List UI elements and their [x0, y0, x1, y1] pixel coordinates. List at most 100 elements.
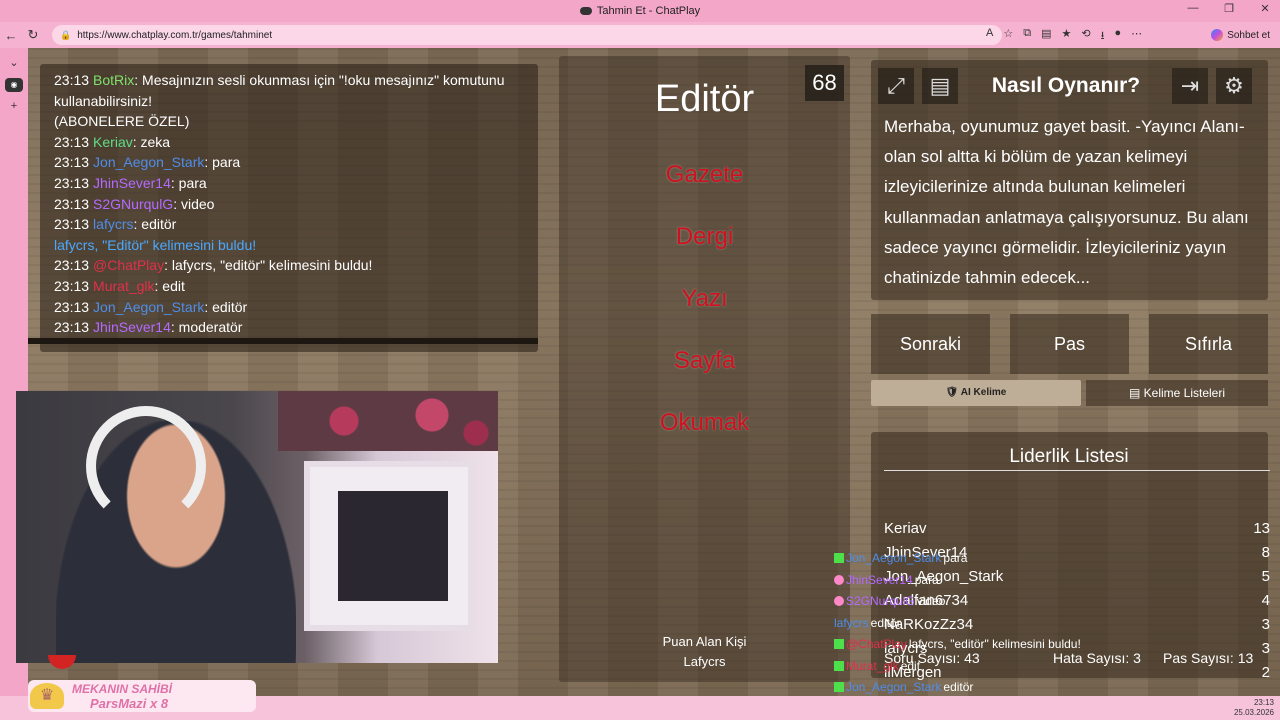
next-button[interactable]: Sonraki	[871, 314, 990, 374]
close-icon[interactable]: ✕	[1258, 2, 1272, 15]
overlay-chat-user: JhinSever14	[846, 572, 913, 587]
how-to-play-title: Nasıl Oynanır?	[991, 74, 1141, 97]
lock-icon: 🔒	[60, 29, 72, 40]
leaderboard-row: Keriav 13	[884, 520, 1270, 544]
ai-word-tab[interactable]: 🛡 AI Kelime	[871, 380, 1081, 406]
chat-username[interactable]: JhinSever14	[93, 319, 171, 335]
tab-title[interactable]: Tahmin Et - ChatPlay	[597, 5, 700, 17]
overlay-chat-line: @ChatPlay lafycrs, "editör" kelimesini bu…	[834, 634, 1081, 654]
chat-username[interactable]: @ChatPlay	[93, 257, 164, 273]
chat-message: 23:13 Jon_Aegon_Stark: para	[54, 152, 524, 173]
owner-label: MEKANIN SAHİBİ	[72, 682, 173, 696]
chat-text: : zeka	[132, 133, 171, 150]
leaderboard-divider	[884, 470, 1270, 471]
chat-text: : moderatör	[170, 319, 243, 336]
word-lists-tab[interactable]: ▤ Kelime Listeleri	[1086, 380, 1268, 406]
collapse-icon[interactable]: ⌄	[5, 56, 23, 70]
more-icon[interactable]: ⋯	[1131, 27, 1142, 46]
minimize-icon[interactable]: —	[1186, 2, 1200, 15]
notes-icon[interactable]: ▤	[922, 68, 958, 104]
overlay-chat-text: lafycrs, "editör" kelimesini buldu!	[908, 637, 1081, 651]
chat-username[interactable]: Keriav	[93, 134, 133, 150]
overlay-chat-user: @ChatPlay	[846, 637, 907, 651]
chat-panel-divider	[28, 338, 538, 344]
favorites-bar-icon[interactable]: ★	[1061, 27, 1071, 46]
chat-panel: 23:13 BotRix: Mesajınızın sesli okunması …	[40, 64, 538, 352]
leaderboard-row: Jon_Aegon_Stark 5	[884, 568, 1270, 592]
leaderboard-score: 4	[1261, 592, 1270, 609]
active-tab-icon[interactable]: ◉	[5, 78, 23, 92]
history-icon[interactable]: ⟲	[1081, 27, 1090, 46]
overlay-chat-text: edit	[900, 658, 921, 673]
tray-time: 23:13	[1253, 698, 1274, 707]
overlay-chat-line: S2GNurqulG video	[834, 591, 945, 611]
pass-button[interactable]: Pas	[1010, 314, 1129, 374]
pc-case-interior	[338, 491, 448, 601]
reset-button[interactable]: Sıfırla	[1149, 314, 1268, 374]
maximize-icon[interactable]: ❐	[1222, 2, 1236, 15]
fullscreen-icon[interactable]: ⤢	[878, 68, 914, 104]
overlay-chat-line: lafycrs editör	[834, 613, 901, 633]
chat-time: 23:13	[54, 257, 90, 274]
back-icon[interactable]: ←	[0, 28, 22, 43]
owner-name: ParsMazi x 8	[90, 696, 169, 711]
chat-time: 23:13	[54, 298, 90, 315]
chat-message: (ABONELERE ÖZEL)	[54, 111, 524, 132]
scorer-name: Lafycrs	[683, 654, 726, 669]
taboo-word-list: Gazete Dergi Yazı Sayfa Okumak	[559, 156, 850, 466]
leaderboard-title: Liderlik Listesi	[1009, 446, 1129, 467]
pass-count: Pas Sayısı: 13	[1163, 650, 1254, 666]
leaderboard-score: 8	[1261, 544, 1270, 561]
copilot-chat-button[interactable]: Sohbet et	[1211, 26, 1270, 44]
chat-username[interactable]: Jon_Aegon_Stark	[93, 154, 204, 170]
chat-message: 23:13 lafycrs: editör	[54, 214, 524, 235]
extensions-icon[interactable]: ⧉	[1023, 27, 1031, 46]
overlay-chat-user: Jon_Aegon_Stark	[846, 680, 942, 694]
leaderboard-score: 3	[1261, 616, 1270, 633]
chat-text: : edit	[154, 277, 185, 294]
address-bar: ← ↻ 🔒 https://www.chatplay.com.tr/games/…	[0, 22, 1280, 48]
chat-username[interactable]: S2GNurqulG	[93, 196, 173, 212]
download-icon[interactable]: ⭳	[1101, 27, 1105, 46]
chat-username[interactable]: Murat_glk	[93, 278, 154, 294]
chat-username[interactable]: JhinSever14	[93, 175, 171, 191]
chat-message: 23:13 S2GNurqulG: video	[54, 194, 524, 215]
settings-gear-icon[interactable]: ⚙	[1216, 68, 1252, 104]
window-controls: — ❐ ✕	[1186, 2, 1272, 15]
chat-message: 23:13 @ChatPlay: lafycrs, "editör" kelime…	[54, 255, 524, 276]
chat-text: : lafycrs, "editör" kelimesini buldu!	[164, 257, 373, 274]
headphones	[86, 406, 206, 526]
target-word: Editör	[654, 78, 755, 120]
read-aloud-icon[interactable]: A	[986, 27, 993, 46]
chat-message: 23:13 JhinSever14: para	[54, 173, 524, 194]
exit-icon[interactable]: ⇥	[1172, 68, 1208, 104]
copilot-label: Sohbet et	[1227, 29, 1270, 41]
word-lists-label: Kelime Listeleri	[1143, 386, 1226, 400]
add-tab-icon[interactable]: +	[5, 100, 23, 114]
taboo-word: Yazı	[681, 285, 728, 312]
overlay-chat-user: Murat_glk	[846, 658, 899, 673]
overlay-chat-text: para	[943, 551, 968, 565]
chat-username[interactable]: lafycrs	[93, 216, 133, 232]
favorite-icon[interactable]: ☆	[1003, 27, 1013, 46]
chat-time: 23:13	[54, 174, 90, 191]
refresh-icon[interactable]: ↻	[22, 27, 44, 43]
collections-icon[interactable]: ▤	[1041, 27, 1051, 46]
profile-icon[interactable]: ●	[1114, 27, 1121, 46]
chat-username[interactable]: BotRix	[93, 72, 134, 88]
leaderboard-score: 5	[1261, 568, 1270, 585]
overlay-chat-user: lafycrs	[834, 615, 869, 630]
chat-username[interactable]: Jon_Aegon_Stark	[93, 299, 204, 315]
tab-favicon-icon	[579, 7, 592, 15]
leaderboard-name: Keriav	[884, 520, 927, 537]
chat-text: : para	[204, 154, 241, 171]
tray-date: 25.03.2026	[1233, 708, 1274, 717]
chat-system-message: lafycrs, "Editör" kelimesini buldu!	[54, 236, 257, 253]
overlay-chat-line: Murat_glk edit	[834, 656, 920, 676]
url-field[interactable]: 🔒 https://www.chatplay.com.tr/games/tahm…	[52, 25, 1002, 45]
url-text: https://www.chatplay.com.tr/games/tahmin…	[77, 29, 273, 41]
leaderboard-score: 2	[1261, 664, 1270, 681]
taboo-word: Dergi	[675, 223, 734, 250]
system-tray: 23:13 25.03.2026	[1234, 698, 1274, 718]
streamer-webcam	[16, 391, 498, 663]
